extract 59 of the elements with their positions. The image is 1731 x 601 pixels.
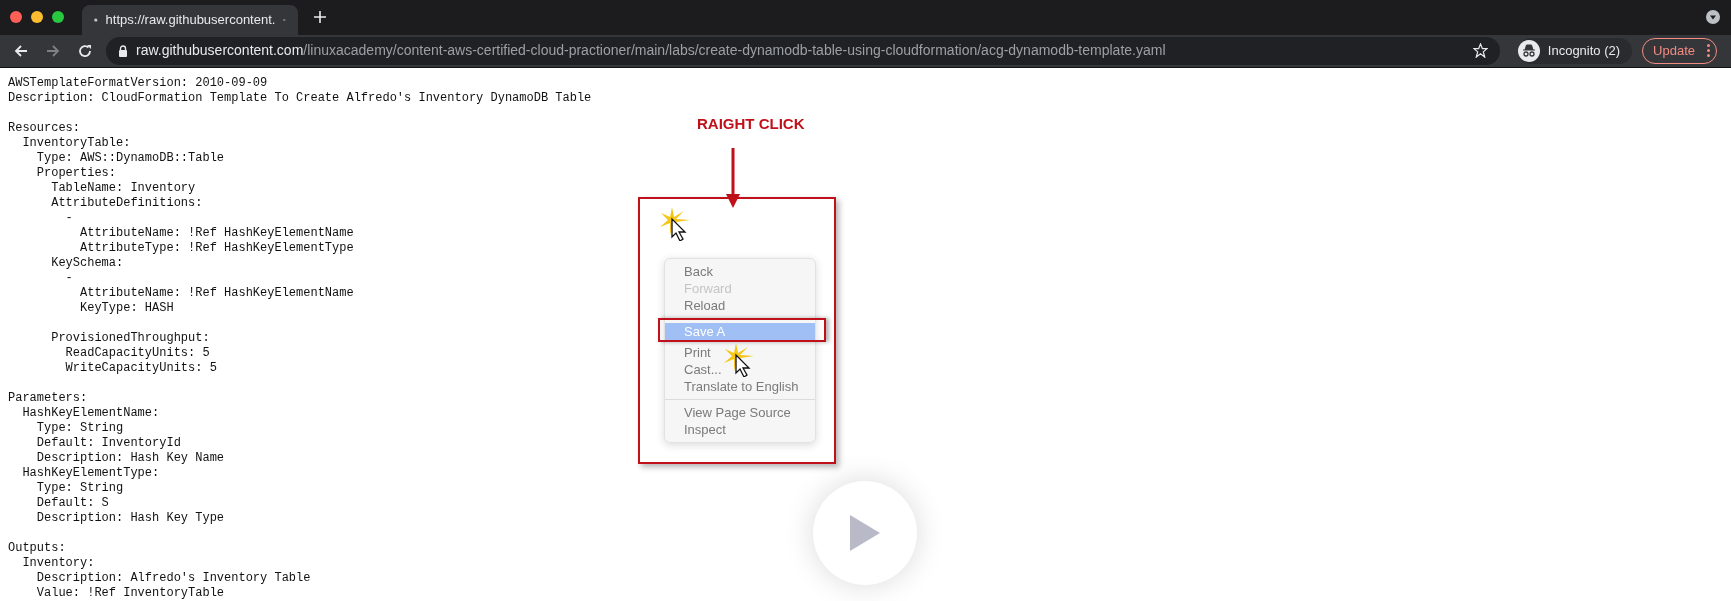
code-line: Type: AWS::DynamoDB::Table	[35, 151, 225, 166]
code-line: Description: Hash Key Type	[35, 511, 225, 526]
minimize-window-icon[interactable]	[31, 11, 43, 24]
code-line: AttributeType: !Ref HashKeyElementType	[79, 241, 354, 256]
more-icon	[1707, 44, 1710, 58]
url-host-text: raw.githubusercontent.com	[136, 42, 304, 59]
menu-item[interactable]: Inspect	[665, 421, 815, 438]
tab-title: https://raw.githubusercontent.	[105, 11, 276, 30]
menu-item[interactable]: Cast...	[665, 361, 815, 378]
menu-item[interactable]: Print	[665, 344, 815, 361]
menu-item[interactable]: Reload	[665, 297, 815, 314]
menu-item[interactable]: Translate to English	[665, 378, 815, 395]
annotation-arrow	[725, 148, 741, 208]
forward-icon[interactable]	[46, 43, 60, 58]
annotation-label: RAIGHT CLICK	[697, 114, 805, 134]
code-line: ProvisionedThroughput:	[50, 331, 210, 346]
play-icon	[850, 515, 880, 551]
incognito-icon	[1517, 39, 1540, 62]
zoom-window-icon[interactable]	[52, 11, 64, 24]
new-tab-icon[interactable]	[314, 11, 326, 24]
code-line: AttributeDefinitions:	[50, 196, 203, 211]
incognito-button[interactable]: Incognito (2)	[1517, 37, 1633, 64]
code-line: Resources:	[8, 121, 80, 136]
code-line: HashKeyElementType:	[21, 466, 160, 481]
code-line: HashKeyElementName:	[21, 406, 160, 421]
dropdown-icon[interactable]	[1706, 10, 1720, 25]
code-line: Properties:	[35, 166, 117, 181]
reload-icon[interactable]	[78, 43, 92, 58]
code-line: Outputs:	[8, 541, 66, 556]
code-line: KeyType: HASH	[79, 301, 174, 316]
star-icon[interactable]	[1472, 43, 1488, 59]
code-line: AttributeName: !Ref HashKeyElementName	[79, 286, 354, 301]
code-line: AttributeName: !Ref HashKeyElementName	[79, 226, 354, 241]
code-line: Type: String	[35, 421, 124, 436]
code-line: TableName: Inventory	[50, 181, 196, 196]
code-line: InventoryTable:	[21, 136, 131, 151]
code-line: WriteCapacityUnits: 5	[64, 361, 217, 376]
menu-item[interactable]: Back	[665, 263, 815, 280]
code-line: ReadCapacityUnits: 5	[64, 346, 210, 361]
code-line: KeySchema:	[50, 256, 124, 271]
code-line: Value: !Ref InventoryTable	[35, 586, 225, 601]
lock-icon	[118, 44, 128, 57]
code-line: Inventory:	[21, 556, 95, 571]
code-line: Default: InventoryId	[35, 436, 181, 451]
code-line: Description: CloudFormation Template To Create Alfredo's Inventory DynamoDB Table	[8, 91, 592, 106]
menu-item[interactable]: View Page Source	[665, 404, 815, 421]
code-line: -	[64, 271, 73, 286]
code-line: Parameters:	[8, 391, 88, 406]
code-line: Description: Hash Key Name	[35, 451, 225, 466]
code-line: Default: S	[35, 496, 109, 511]
browser-tab[interactable]: https://raw.githubusercontent.	[82, 4, 298, 35]
address-bar[interactable]: raw.githubusercontent.com/linuxacademy/content-aws-certified-cloud-practioner/main/labs/create-dynamodb-table-using-cloudformation/acg-dynamodb-template.yaml	[106, 36, 1500, 65]
code-line: -	[64, 211, 73, 226]
code-line: Type: String	[35, 481, 124, 496]
code-line: AWSTemplateFormatVersion: 2010-09-09	[8, 76, 268, 91]
back-icon[interactable]	[14, 43, 28, 58]
code-line: Description: Alfredo's Inventory Table	[35, 571, 311, 586]
close-window-icon[interactable]	[10, 11, 22, 24]
url-path-text: /linuxacademy/content-aws-certified-cloud-practioner/main/labs/create-dynamodb-table-using-cloudformation/acg-dynamodb-template.yaml	[303, 42, 1166, 59]
